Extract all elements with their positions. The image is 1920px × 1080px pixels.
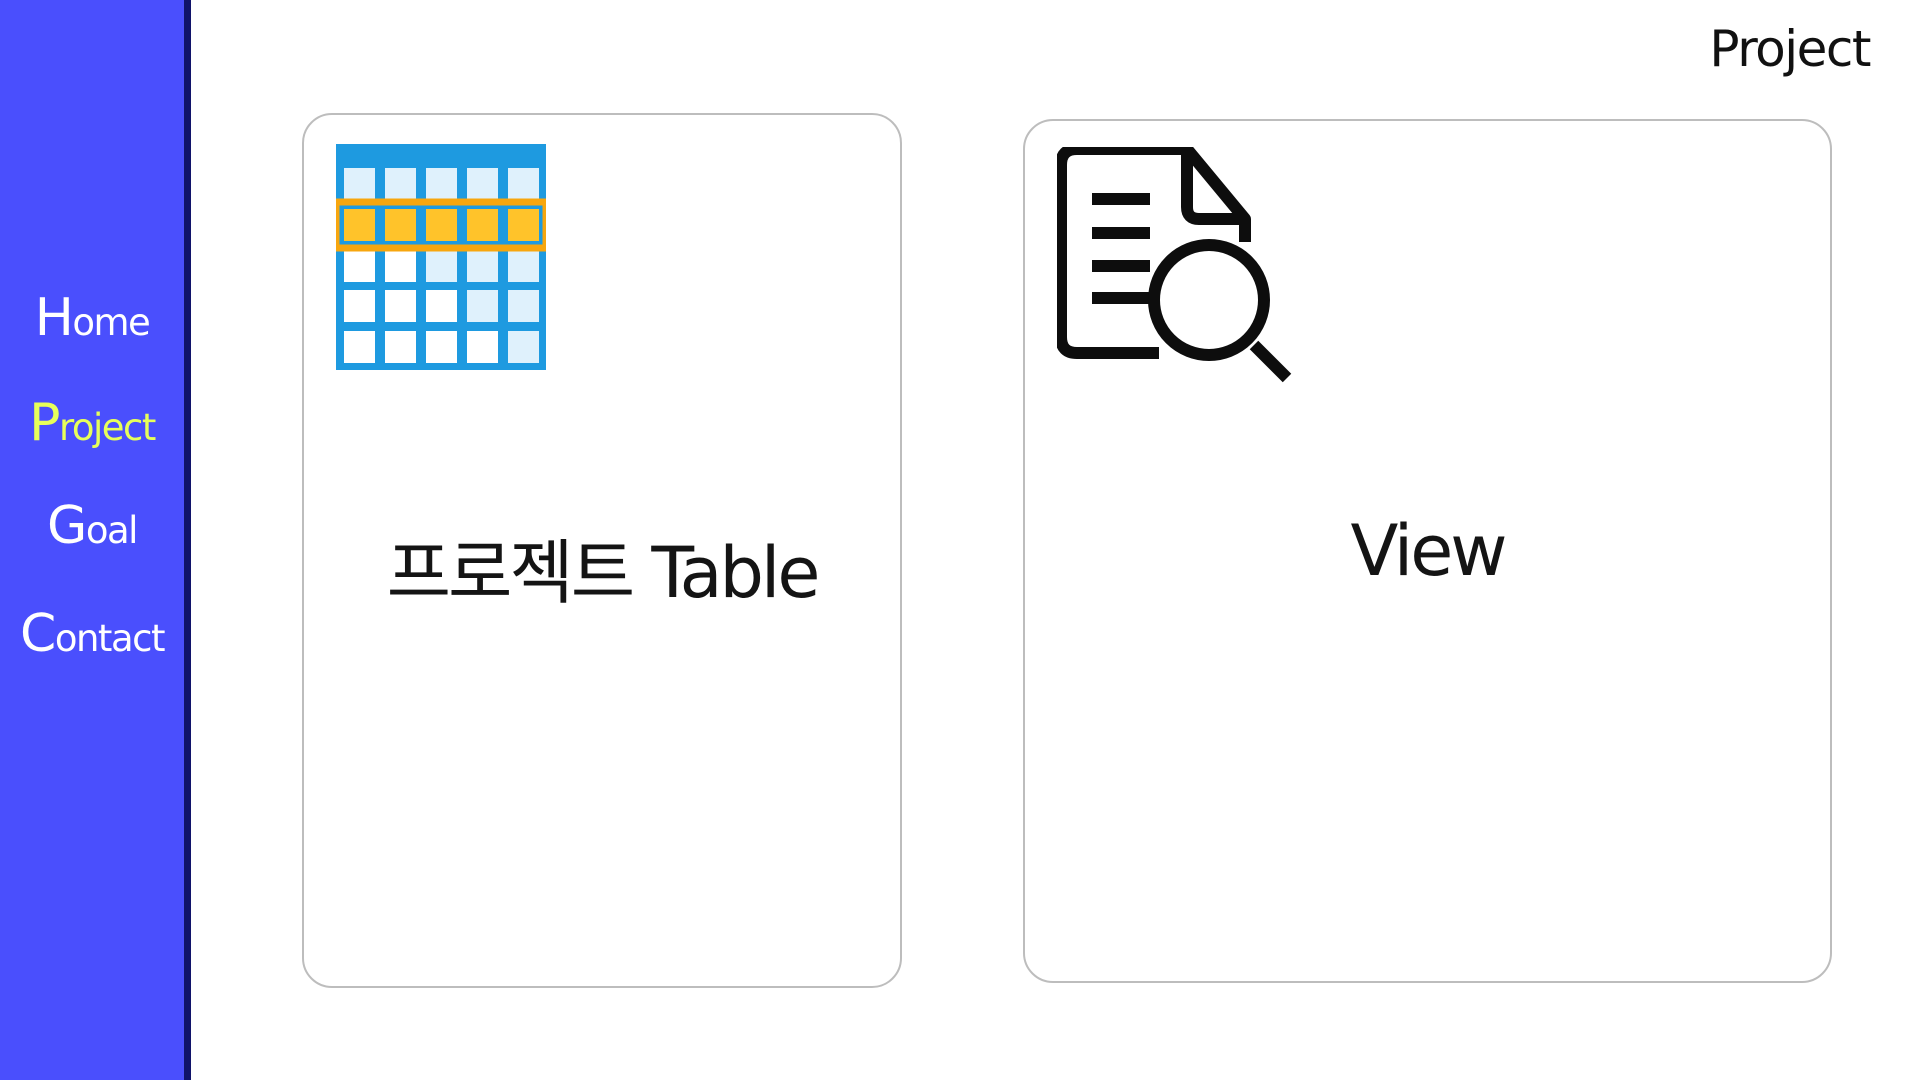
nav-item-goal[interactable]: Goal	[0, 496, 184, 556]
nav-item-contact-initial: C	[20, 604, 56, 664]
project-table-label: 프로젝트 Table	[386, 532, 821, 614]
view-label: View	[1350, 510, 1507, 592]
project-table-card[interactable]: 프로젝트 Table	[302, 113, 902, 988]
sidebar: Home Project Goal Contact	[0, 0, 191, 1080]
view-card[interactable]: View	[1023, 119, 1832, 983]
table-icon	[336, 144, 546, 370]
nav-item-goal-initial: G	[47, 496, 87, 556]
nav-item-home-label: ome	[72, 301, 150, 344]
nav-item-project[interactable]: Project	[0, 393, 184, 453]
nav-item-home[interactable]: Home	[0, 288, 184, 348]
nav-item-goal-label: oal	[85, 509, 139, 552]
nav-item-project-label: roject	[58, 406, 156, 449]
nav-item-contact-label: ontact	[54, 617, 166, 660]
document-search-icon	[1057, 147, 1292, 383]
nav-item-contact[interactable]: Contact	[0, 604, 184, 664]
nav-item-project-initial: P	[29, 393, 60, 453]
page-title: Project	[1709, 20, 1871, 78]
nav-item-home-initial: H	[34, 288, 74, 348]
